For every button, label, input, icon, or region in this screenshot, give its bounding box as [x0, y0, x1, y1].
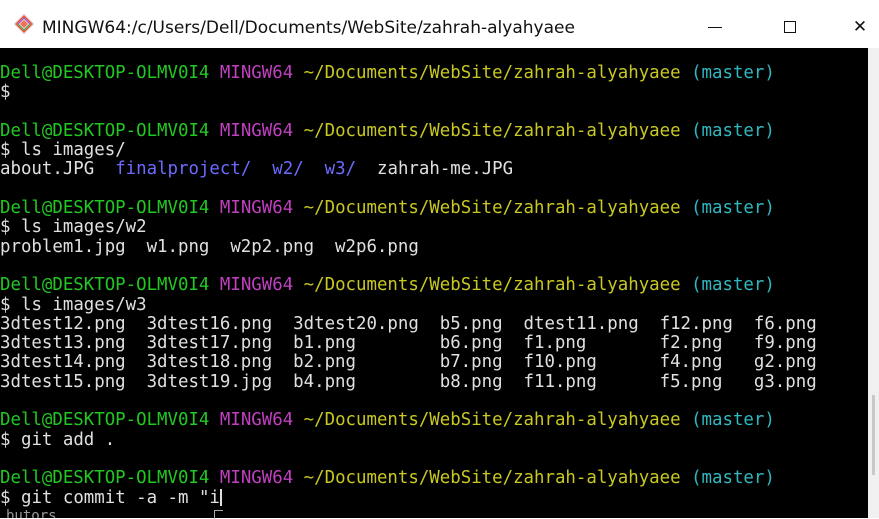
command-line: $ ls images/ — [0, 141, 817, 160]
prompt-user-host: Dell@DESKTOP-OLMV0I4 — [0, 410, 210, 431]
title-bar[interactable]: MINGW64:/c/Users/Dell/Documents/WebSite/… — [0, 0, 879, 48]
prompt-symbol: $ — [0, 487, 11, 508]
git-bash-app-icon — [14, 14, 34, 34]
directory-entry: w3/ — [324, 159, 357, 180]
prompt-path: ~/Documents/WebSite/zahrah-alyahyaee — [303, 120, 681, 141]
directory-entry: w2/ — [272, 159, 304, 180]
prompt-line: Dell@DESKTOP-OLMV0I4 MINGW64 ~/Documents… — [0, 198, 817, 219]
prompt-symbol: $ — [0, 429, 11, 450]
output-line: problem1.jpg w1.png w2p2.png w2p6.png — [0, 236, 419, 257]
prompt-system: MINGW64 — [219, 468, 294, 489]
minimize-button[interactable] — [680, 0, 750, 48]
maximize-button[interactable] — [755, 0, 825, 48]
command-line: $ ls images/w3 — [0, 294, 817, 315]
command-text: git add . — [20, 429, 116, 450]
prompt-user-host: Dell@DESKTOP-OLMV0I4 — [0, 198, 210, 219]
prompt-line: Dell@DESKTOP-OLMV0I4 MINGW64 ~/Documents… — [0, 120, 817, 141]
close-icon: ✕ — [852, 16, 868, 37]
scrollbar-thumb[interactable] — [872, 395, 875, 475]
prompt-symbol: $ — [0, 82, 11, 103]
text-cursor — [219, 488, 222, 506]
prompt-system: MINGW64 — [219, 198, 294, 219]
maximize-icon — [784, 21, 796, 33]
file-entry: about.JPG — [0, 159, 95, 180]
prompt-system: MINGW64 — [219, 120, 294, 141]
prompt-branch: (master) — [691, 468, 775, 489]
output-line: 3dtest15.png 3dtest19.jpg b4.png b8.png … — [0, 371, 817, 392]
prompt-line: Dell@DESKTOP-OLMV0I4 MINGW64 ~/Documents… — [0, 63, 817, 83]
prompt-user-host: Dell@DESKTOP-OLMV0I4 — [0, 120, 210, 141]
prompt-user-host: Dell@DESKTOP-OLMV0I4 — [0, 63, 210, 83]
prompt-system: MINGW64 — [219, 63, 294, 83]
output-line: about.JPG finalproject/ w2/ w3/ zahrah-m… — [0, 160, 817, 179]
prompt-symbol: $ — [0, 140, 11, 161]
prompt-path: ~/Documents/WebSite/zahrah-alyahyaee — [303, 63, 681, 83]
command-text: ls images/ — [20, 140, 126, 161]
prompt-path: ~/Documents/WebSite/zahrah-alyahyaee — [303, 198, 681, 219]
active-command-input[interactable]: $ git commit -a -m "i — [0, 487, 817, 508]
prompt-branch: (master) — [691, 198, 775, 219]
prompt-path: ~/Documents/WebSite/zahrah-alyahyaee — [303, 275, 681, 296]
window-title: MINGW64:/c/Users/Dell/Documents/WebSite/… — [42, 18, 575, 38]
prompt-line: Dell@DESKTOP-OLMV0I4 MINGW64 ~/Documents… — [0, 276, 817, 295]
command-line: $ ls images/w2 — [0, 218, 817, 237]
command-text: ls images/w3 — [20, 294, 147, 315]
prompt-system: MINGW64 — [219, 410, 294, 431]
prompt-symbol: $ — [0, 294, 11, 315]
command-line: $ git add . — [0, 429, 817, 450]
terminal-lines: Dell@DESKTOP-OLMV0I4 MINGW64 ~/Documents… — [0, 63, 817, 508]
output-line: 3dtest12.png 3dtest16.png 3dtest20.png b… — [0, 313, 817, 334]
prompt-path: ~/Documents/WebSite/zahrah-alyahyaee — [303, 468, 681, 489]
prompt-line: Dell@DESKTOP-OLMV0I4 MINGW64 ~/Documents… — [0, 469, 817, 488]
prompt-path: ~/Documents/WebSite/zahrah-alyahyaee — [303, 410, 681, 431]
prompt-symbol: $ — [0, 217, 11, 238]
prompt-line: Dell@DESKTOP-OLMV0I4 MINGW64 ~/Documents… — [0, 411, 817, 430]
prompt-branch: (master) — [691, 63, 775, 83]
terminal-area[interactable]: Dell@DESKTOP-OLMV0I4 MINGW64 ~/Documents… — [0, 48, 868, 518]
command-line: $ — [0, 83, 817, 102]
prompt-user-host: Dell@DESKTOP-OLMV0I4 — [0, 275, 210, 296]
directory-entry: finalproject/ — [115, 159, 252, 180]
command-text: git commit -a -m "i — [20, 487, 220, 508]
close-button[interactable]: ✕ — [825, 0, 879, 48]
prompt-branch: (master) — [691, 410, 775, 431]
command-text: ls images/w2 — [20, 217, 147, 238]
minimize-icon — [708, 26, 722, 28]
prompt-system: MINGW64 — [219, 275, 294, 296]
background-window-text: butors — [6, 509, 57, 518]
file-entry: zahrah-me.JPG — [377, 159, 514, 180]
output-line: 3dtest13.png 3dtest17.png b1.png b6.png … — [0, 333, 817, 354]
prompt-user-host: Dell@DESKTOP-OLMV0I4 — [0, 468, 210, 489]
prompt-branch: (master) — [691, 120, 775, 141]
output-line: 3dtest14.png 3dtest18.png b2.png b7.png … — [0, 352, 817, 373]
prompt-branch: (master) — [691, 275, 775, 296]
